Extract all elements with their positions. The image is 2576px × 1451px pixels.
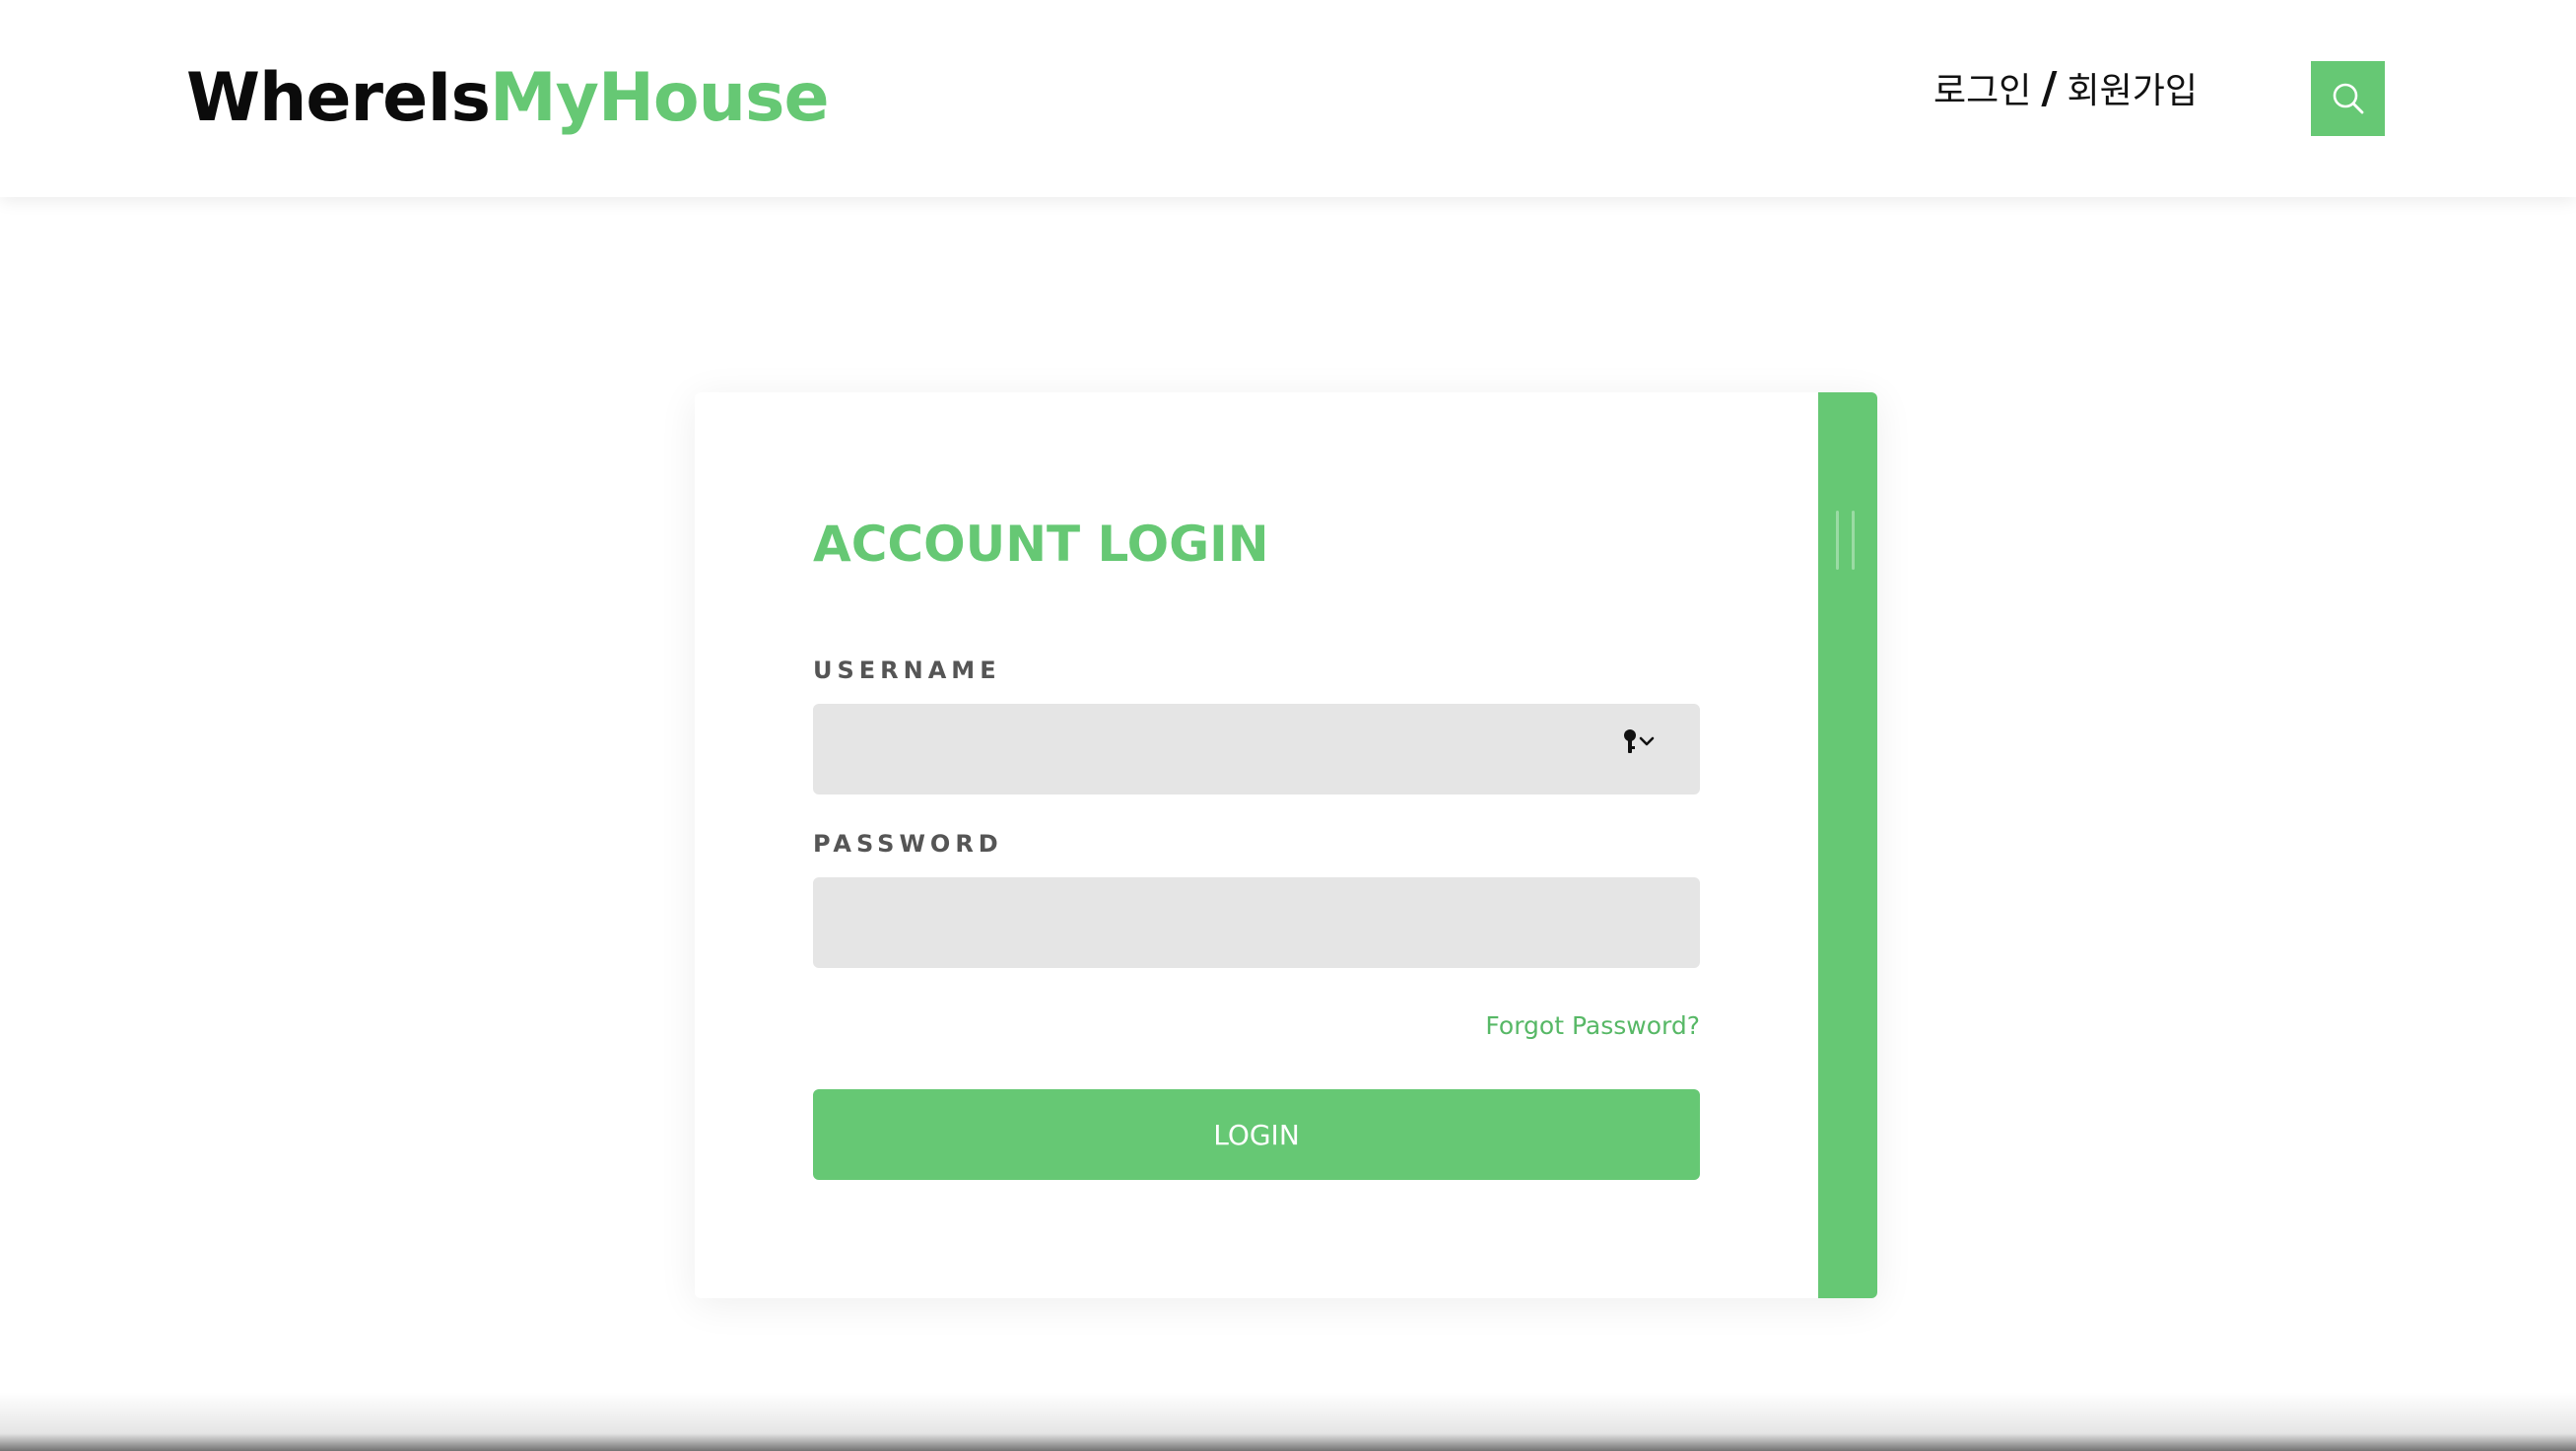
page: WhereIsMyHouse 로그인 / 회원가입 ACCOUNT LOGIN US…: [0, 0, 2576, 1451]
login-button[interactable]: LOGIN: [813, 1089, 1700, 1180]
logo-text-primary: WhereIs: [186, 59, 491, 137]
forgot-password-link[interactable]: Forgot Password?: [813, 1009, 1700, 1043]
signup-link[interactable]: 회원가입: [2067, 71, 2197, 111]
auth-nav: 로그인 / 회원가입: [1933, 61, 2198, 119]
site-logo[interactable]: WhereIsMyHouse: [186, 55, 830, 142]
username-input[interactable]: [813, 704, 1700, 795]
site-header: WhereIsMyHouse 로그인 / 회원가입: [0, 0, 2576, 197]
bottom-shadow: [0, 1392, 2576, 1451]
logo-text-accent: MyHouse: [489, 59, 830, 137]
password-input[interactable]: [813, 877, 1700, 968]
key-icon[interactable]: [1621, 727, 1664, 757]
login-title: ACCOUNT LOGIN: [813, 516, 1269, 573]
auth-separator: /: [2041, 63, 2058, 113]
card-side-panel: [1818, 392, 1877, 1298]
search-icon: [2333, 83, 2363, 114]
search-button[interactable]: [2311, 61, 2385, 136]
password-label: PASSWORD: [813, 830, 1003, 858]
grip-handle-icon: [1836, 511, 1858, 570]
login-link[interactable]: 로그인: [1933, 71, 2031, 111]
username-label: USERNAME: [813, 656, 1001, 684]
login-card: ACCOUNT LOGIN USERNAME PASSWORD Forgot P…: [695, 392, 1877, 1298]
